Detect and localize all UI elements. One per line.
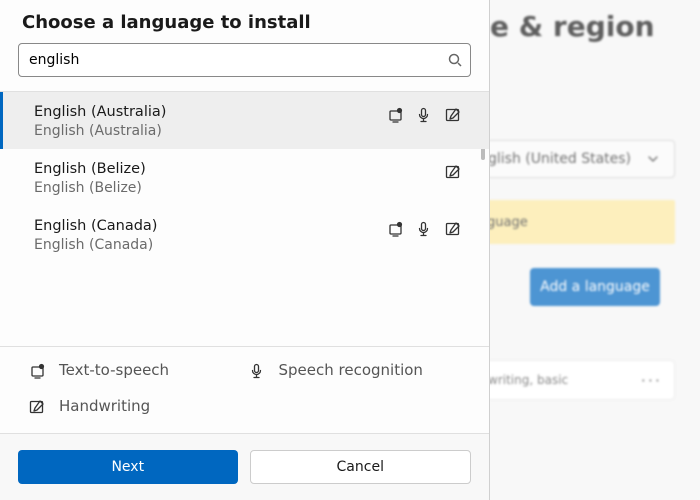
feature-legend: Text-to-speech Speech recognition Handwr… (0, 347, 489, 434)
tts-icon (386, 106, 403, 123)
search-wrap (0, 43, 489, 91)
mic-icon (415, 106, 432, 123)
page-title: e & region (490, 10, 655, 43)
windows-display-language-dropdown[interactable]: glish (United States) (475, 140, 675, 178)
handwriting-icon (28, 398, 45, 415)
cancel-label: Cancel (337, 459, 384, 475)
dropdown-value: glish (United States) (488, 151, 631, 167)
language-native: English (Canada) (34, 237, 467, 253)
tts-icon (28, 362, 45, 379)
add-language-label: Add a language (540, 279, 650, 295)
mic-icon (415, 220, 432, 237)
search-icon (448, 53, 462, 67)
install-language-dialog: Choose a language to install English (Au… (0, 0, 490, 500)
language-option-english-australia[interactable]: English (Australia) English (Australia) (0, 92, 489, 149)
row-text: writing, basic (488, 373, 568, 387)
legend-speech: Speech recognition (248, 361, 468, 379)
chevron-down-icon (645, 151, 662, 168)
search-input[interactable] (29, 52, 448, 68)
language-option-english-canada[interactable]: English (Canada) English (Canada) (0, 206, 489, 263)
installed-language-row[interactable]: writing, basic ··· (475, 360, 675, 400)
handwriting-icon (444, 163, 461, 180)
legend-tts: Text-to-speech (28, 361, 248, 379)
cancel-button[interactable]: Cancel (250, 450, 472, 484)
next-label: Next (111, 459, 144, 475)
search-box[interactable] (18, 43, 471, 77)
legend-label: Text-to-speech (59, 361, 169, 379)
language-native: English (Australia) (34, 123, 467, 139)
language-name: English (Belize) (34, 161, 467, 177)
next-button[interactable]: Next (18, 450, 238, 484)
handwriting-icon (444, 220, 461, 237)
dialog-title: Choose a language to install (0, 0, 489, 43)
more-icon[interactable]: ··· (641, 371, 662, 390)
handwriting-icon (444, 106, 461, 123)
language-native: English (Belize) (34, 180, 467, 196)
tts-icon (386, 220, 403, 237)
language-option-english-belize[interactable]: English (Belize) English (Belize) (0, 149, 489, 206)
results-list[interactable]: English (Australia) English (Australia) … (0, 91, 489, 347)
legend-label: Handwriting (59, 397, 150, 415)
legend-label: Speech recognition (279, 361, 423, 379)
legend-handwriting: Handwriting (28, 397, 248, 415)
info-banner: guage (475, 200, 675, 244)
add-language-button[interactable]: Add a language (530, 268, 660, 306)
dialog-footer: Next Cancel (0, 434, 489, 500)
banner-text: guage (487, 215, 528, 230)
mic-icon (248, 362, 265, 379)
